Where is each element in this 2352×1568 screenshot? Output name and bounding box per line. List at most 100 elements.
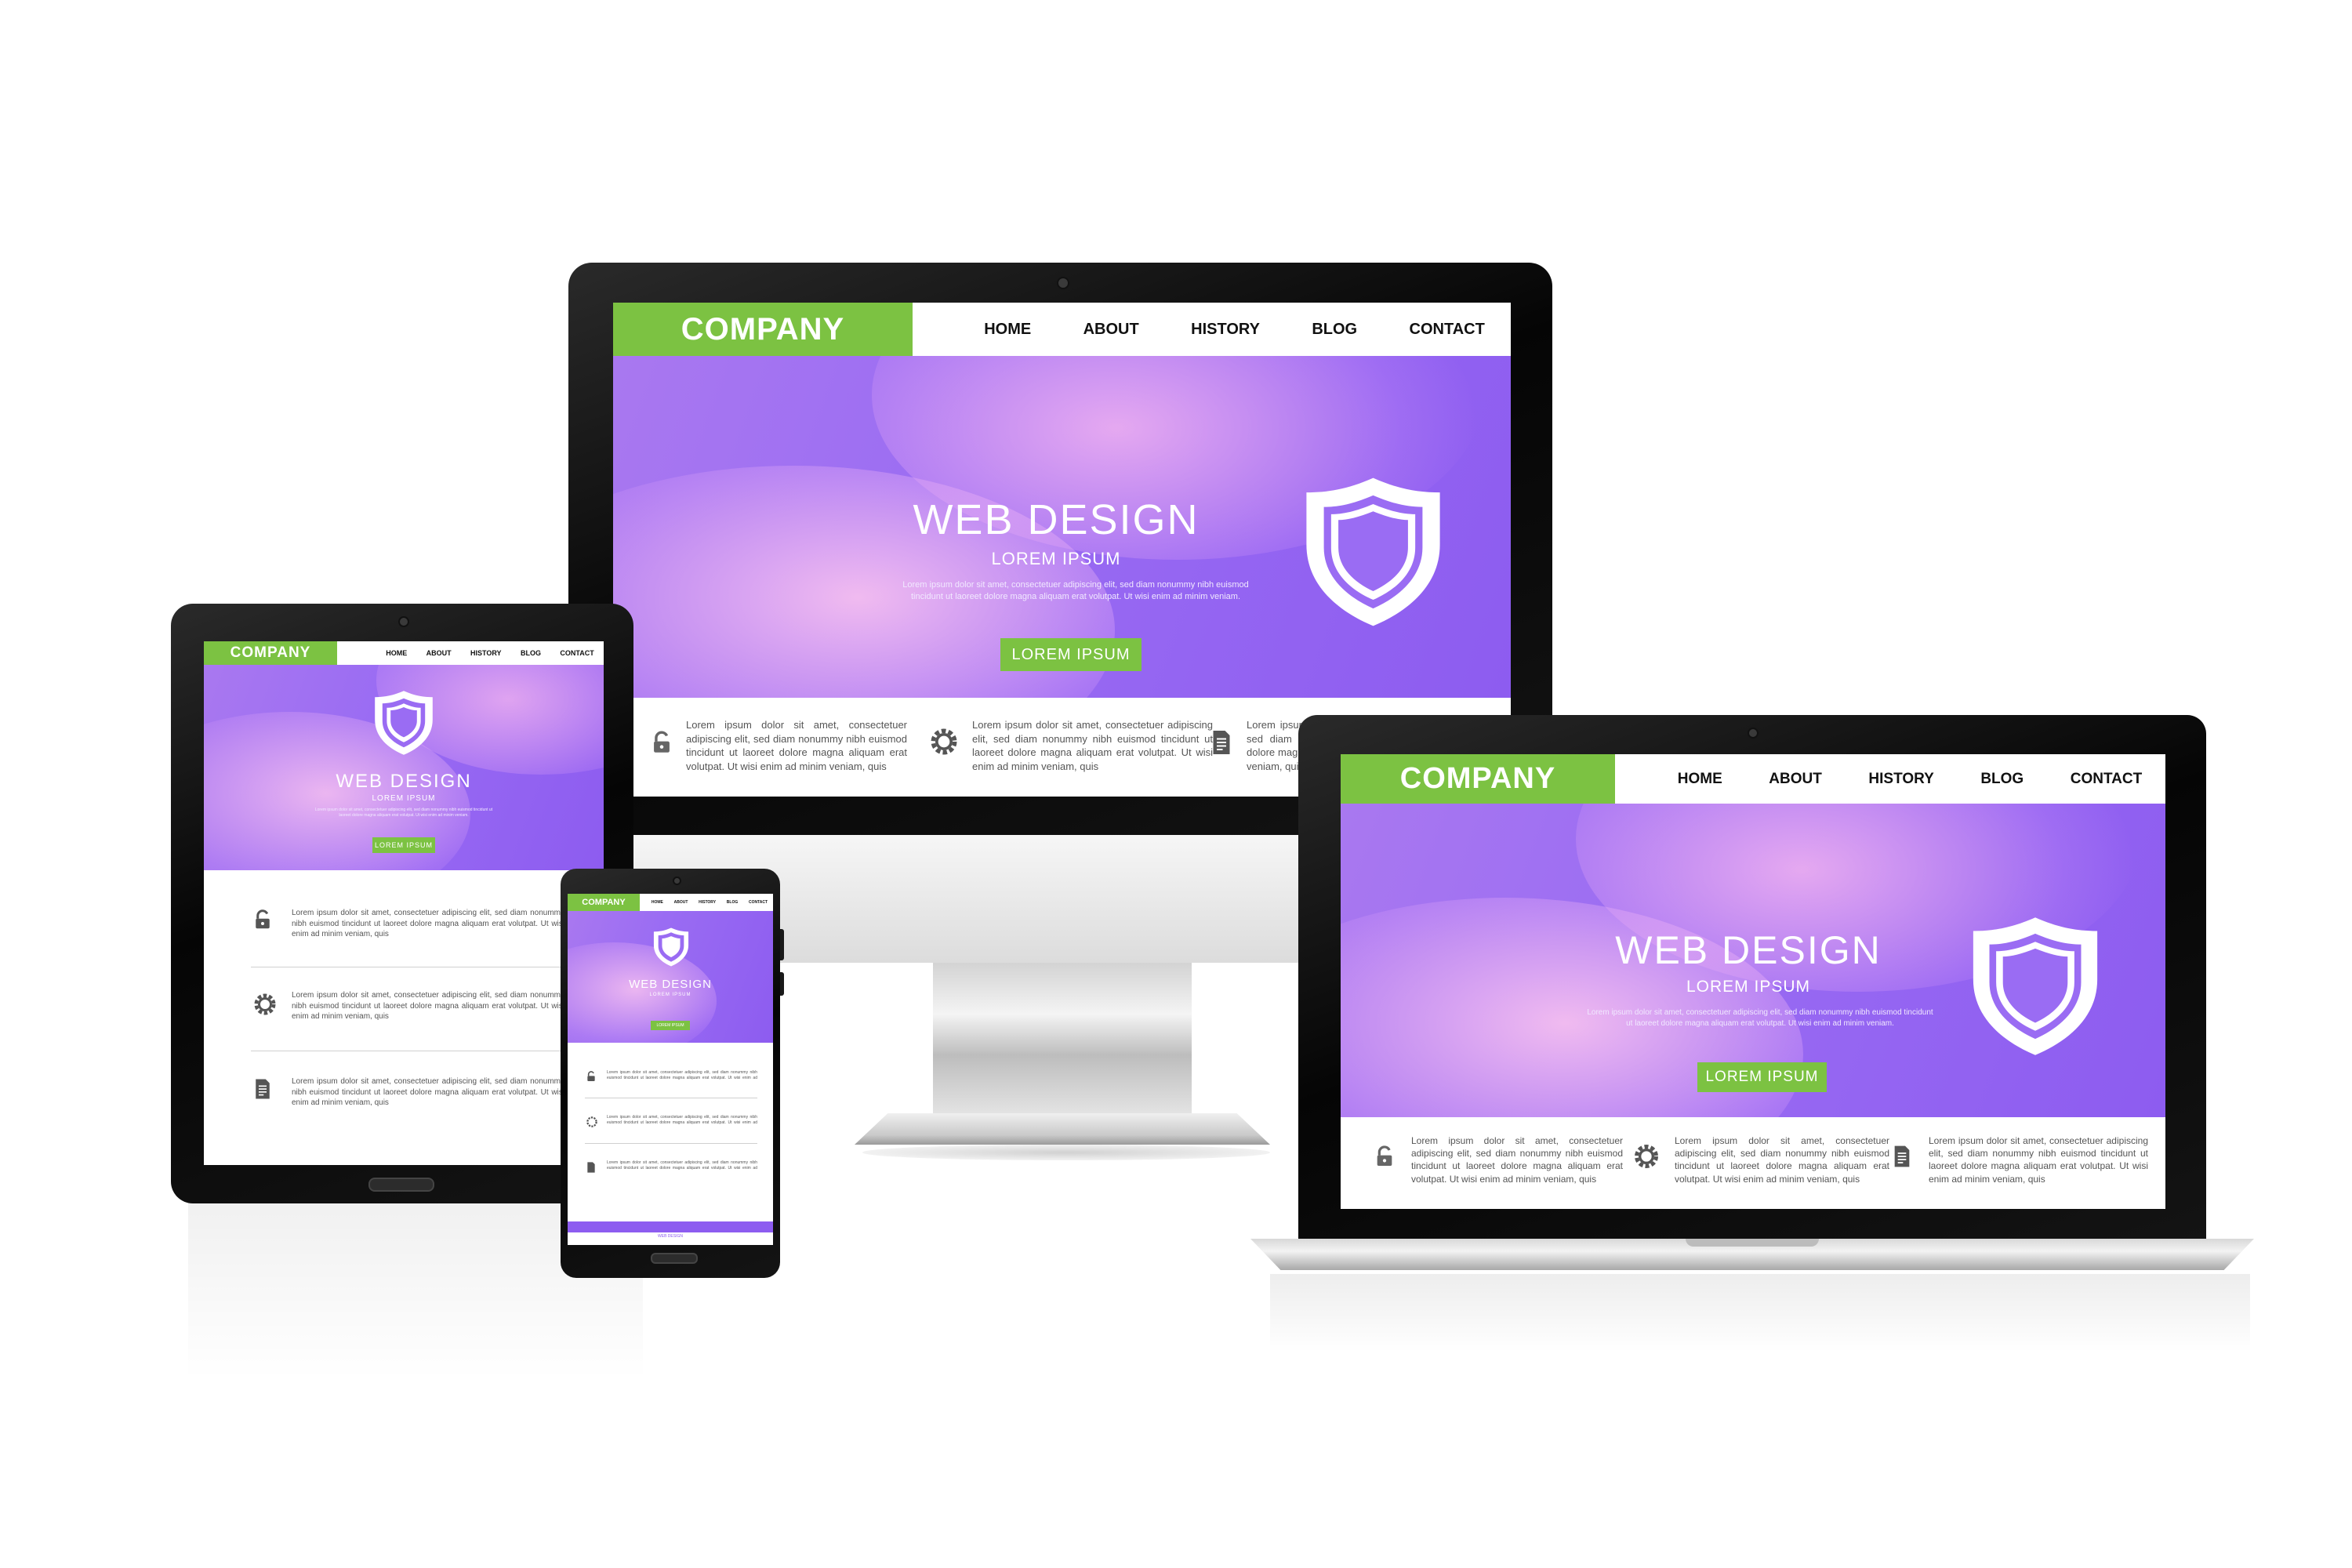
shield-icon [375,691,433,755]
site-header: COMPANY HOME ABOUT HISTORY BLOG CONTACT [1341,754,2165,804]
nav-history[interactable]: HISTORY [1191,321,1260,339]
site-header: COMPANY HOME ABOUT HISTORY BLOG CONTACT [568,894,773,911]
nav-history[interactable]: HISTORY [699,900,716,905]
monitor-stand-shadow [862,1145,1270,1160]
nav-about[interactable]: ABOUT [1083,321,1139,339]
hero-title: WEB DESIGN [629,978,712,991]
shield-icon [653,927,689,967]
site-nav: HOME ABOUT HISTORY BLOG CONTACT [376,641,604,665]
feature-text: Lorem ipsum dolor sit amet, consectetuer… [686,719,907,772]
hero-body: Lorem ipsum dolor sit amet, consectetuer… [902,580,1249,601]
feature-text: Lorem ipsum dolor sit amet, consectetuer… [1929,1135,2148,1185]
feature-text: Lorem ipsum dolor sit amet, consectetuer… [292,909,564,938]
gear-icon [1635,1145,1658,1168]
shield-icon [1306,477,1440,626]
nav-home[interactable]: HOME [652,900,663,905]
feature-text: Lorem ipsum dolor sit amet, consectetuer… [292,991,564,1021]
tablet-screen: COMPANY HOME ABOUT HISTORY BLOG CONTACT … [204,641,604,1165]
company-logo[interactable]: COMPANY [1341,754,1615,804]
lock-icon [654,731,670,753]
hero-cta-button[interactable]: LOREM IPSUM [1697,1062,1827,1092]
feature-text: Lorem ipsum dolor sit amet, consectetuer… [972,719,1213,772]
hero-body: Lorem ipsum dolor sit amet, consectetuer… [314,808,493,818]
lock-icon [256,909,270,929]
monitor-stand-neck [933,956,1192,1121]
nav-home[interactable]: HOME [386,649,407,657]
hero-body: Lorem ipsum dolor sit amet, consectetuer… [1587,1008,1933,1028]
phone-home-button[interactable] [651,1253,698,1264]
nav-blog[interactable]: BLOG [1312,321,1357,339]
hero-cta-button[interactable]: LOREM IPSUM [651,1021,690,1030]
laptop-camera [1748,728,1759,739]
feature-item: Lorem ipsum dolor sit amet, consectetuer… [251,1076,564,1109]
feature-text: Lorem ipsum dolor sit amet, consectetuer… [292,1077,564,1107]
lock-icon [1377,1145,1392,1166]
hero-subtitle: LOREM IPSUM [1686,978,1811,996]
nav-contact[interactable]: CONTACT [560,649,593,657]
feature-item: Lorem ipsum dolor sit amet, consectetuer… [585,1070,757,1083]
nav-about[interactable]: ABOUT [426,649,452,657]
hero-banner: WEB DESIGN LOREM IPSUM Lorem ipsum dolor… [613,356,1511,698]
nav-blog[interactable]: BLOG [1980,771,2024,788]
monitor-stand-base [855,1113,1270,1145]
site-nav: HOME ABOUT HISTORY BLOG CONTACT [646,894,773,911]
hero-subtitle: LOREM IPSUM [372,794,436,803]
hero-title: WEB DESIGN [1615,928,1882,972]
feature-item: Lorem ipsum dolor sit amet, consectetuer… [251,908,564,940]
nav-history[interactable]: HISTORY [1868,771,1933,788]
site-nav: HOME ABOUT HISTORY BLOG CONTACT [1654,754,2165,804]
tablet-home-button[interactable] [368,1178,434,1192]
hero-title: WEB DESIGN [913,496,1200,543]
company-logo[interactable]: COMPANY [204,641,337,665]
hero-cta-button[interactable]: LOREM IPSUM [1000,638,1142,671]
hero-subtitle: LOREM IPSUM [991,549,1121,568]
hero-cta-button[interactable]: LOREM IPSUM [372,837,435,853]
feature-item: Lorem ipsum dolor sit amet, consectetuer… [585,1115,757,1129]
monitor-camera [1057,277,1069,289]
nav-blog[interactable]: BLOG [727,900,738,905]
hero-banner: WEB DESIGN LOREM IPSUM Lorem ipsum dolor… [1341,804,2165,1117]
gear-icon [931,728,957,755]
nav-about[interactable]: ABOUT [674,900,688,905]
feature-item: Lorem ipsum dolor sit amet, consectetuer… [648,718,907,773]
company-logo[interactable]: COMPANY [568,894,640,911]
document-icon [1213,731,1230,754]
feature-item: Lorem ipsum dolor sit amet, consectetuer… [1631,1134,1889,1185]
gear-icon [254,993,276,1015]
site-nav: HOME ABOUT HISTORY BLOG CONTACT [958,303,1511,356]
hero-banner: WEB DESIGN LOREM IPSUM Lorem ipsum dolor… [204,665,604,870]
feature-text: Lorem ipsum dolor sit amet, consectetuer… [607,1115,757,1126]
hero-subtitle: LOREM IPSUM [649,993,691,997]
site-header: COMPANY HOME ABOUT HISTORY BLOG CONTACT [204,641,604,665]
feature-text: Lorem ipsum dolor sit amet, consectetuer… [1411,1135,1623,1185]
feature-item: Lorem ipsum dolor sit amet, consectetuer… [927,718,1213,773]
nav-contact[interactable]: CONTACT [2071,771,2142,788]
laptop-notch [1686,1239,1819,1247]
lock-icon [587,1071,595,1081]
nav-contact[interactable]: CONTACT [1410,321,1485,339]
nav-home[interactable]: HOME [984,321,1031,339]
shield-icon [1973,917,2098,1055]
phone-camera [673,877,681,885]
document-icon [256,1079,270,1099]
nav-about[interactable]: ABOUT [1769,771,1822,788]
document-icon [587,1162,595,1173]
nav-history[interactable]: HISTORY [470,649,502,657]
hero-banner: WEB DESIGN LOREM IPSUM LOREM IPSUM [568,911,773,1043]
site-footer-bar [568,1221,773,1232]
company-logo[interactable]: COMPANY [613,303,913,356]
nav-contact[interactable]: CONTACT [749,900,768,905]
hero-title: WEB DESIGN [336,771,472,792]
feature-text: Lorem ipsum dolor sit amet, consectetuer… [607,1160,757,1171]
feature-item: Lorem ipsum dolor sit amet, consectetuer… [1889,1134,2148,1185]
feature-item: Lorem ipsum dolor sit amet, consectetuer… [251,990,564,1022]
laptop-shadow [1270,1274,2250,1352]
nav-home[interactable]: HOME [1678,771,1722,788]
document-icon [1894,1145,1910,1167]
feature-text: Lorem ipsum dolor sit amet, consectetuer… [607,1070,757,1081]
nav-blog[interactable]: BLOG [521,649,541,657]
gear-icon [586,1116,597,1127]
laptop-screen: COMPANY HOME ABOUT HISTORY BLOG CONTACT … [1341,754,2165,1209]
divider [585,1143,757,1144]
feature-item: Lorem ipsum dolor sit amet, consectetuer… [585,1160,757,1174]
